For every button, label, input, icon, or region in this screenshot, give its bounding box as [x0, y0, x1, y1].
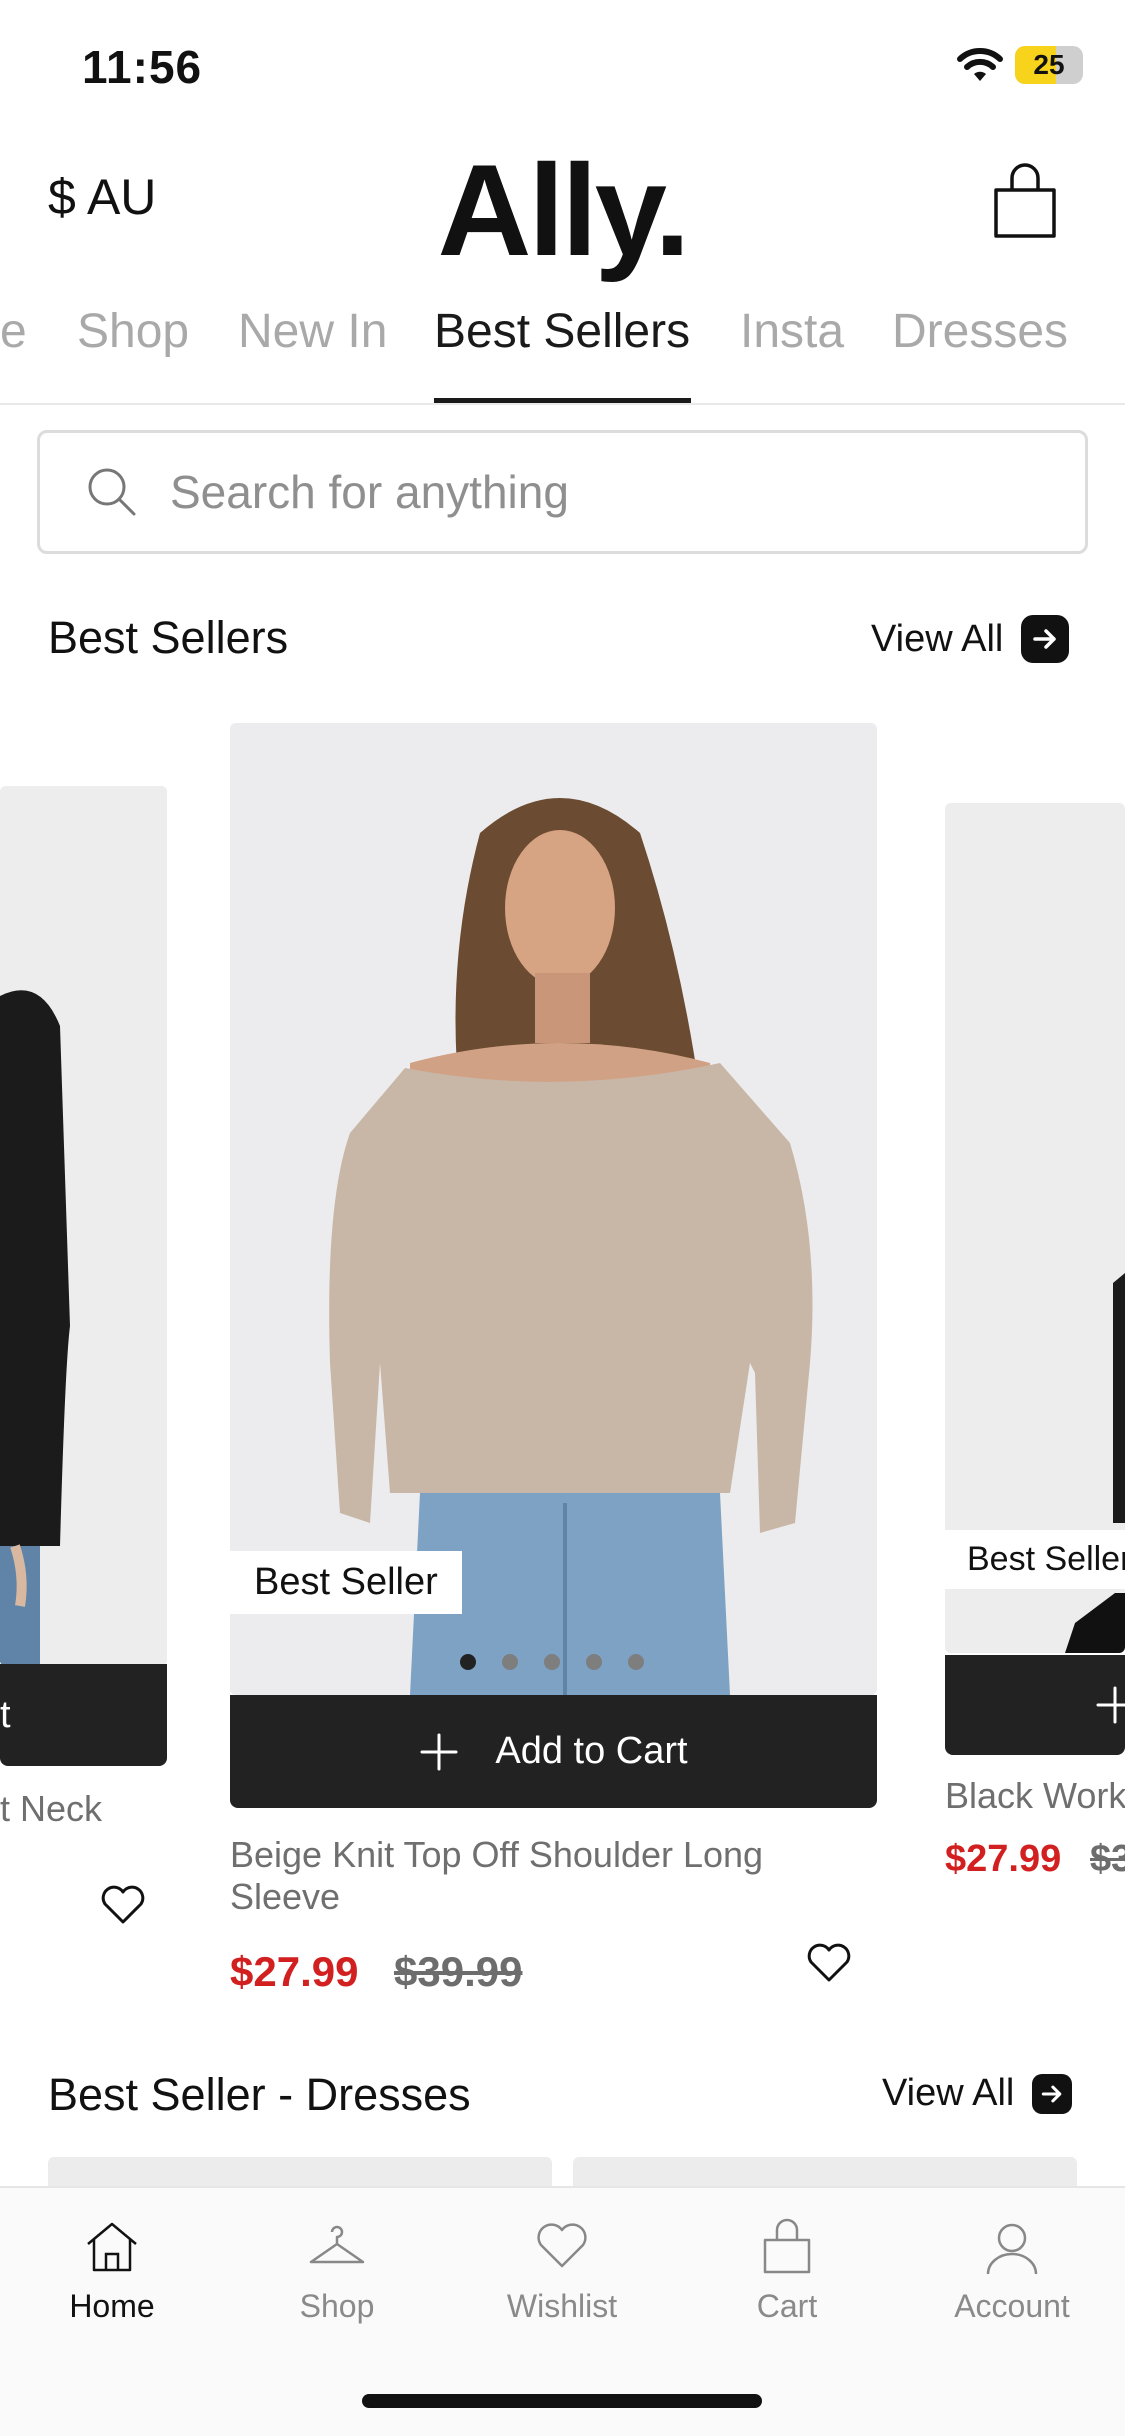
status-time: 11:56: [82, 41, 203, 93]
plus-icon: [1096, 1686, 1125, 1724]
add-to-cart-button-right[interactable]: [945, 1655, 1125, 1755]
product-name-right[interactable]: Black Workw: [945, 1775, 1125, 1817]
view-all-label: View All: [871, 617, 1004, 660]
nav-wishlist[interactable]: Wishlist: [482, 2216, 642, 2325]
home-icon: [87, 2222, 137, 2272]
nav-home[interactable]: Home: [32, 2216, 192, 2325]
nav-cart-label: Cart: [756, 2288, 818, 2324]
search-icon: [88, 468, 136, 516]
tab-new-in[interactable]: New In: [238, 304, 387, 359]
app-header: $ AU Ally.: [0, 135, 1125, 285]
pagination-dot[interactable]: [460, 1654, 476, 1670]
original-price-right: $3: [1090, 1838, 1125, 1880]
product-name-left[interactable]: t Neck: [0, 1788, 102, 1830]
search-bar[interactable]: [37, 430, 1088, 554]
product-image-left[interactable]: [0, 786, 167, 1666]
brand-logo[interactable]: Ally.: [0, 135, 1125, 285]
heart-icon: [537, 2223, 587, 2268]
dresses-view-all[interactable]: View All: [882, 2072, 1073, 2115]
pagination-dot[interactable]: [502, 1654, 518, 1670]
nav-account[interactable]: Account: [932, 2216, 1092, 2325]
tab-shop[interactable]: Shop: [77, 304, 189, 359]
category-tabs: e Shop New In Best Sellers Insta Dresses: [0, 290, 1125, 405]
nav-shop-label: Shop: [299, 2288, 375, 2324]
best-seller-badge-right: Best Seller: [945, 1530, 1125, 1589]
tab-dresses[interactable]: Dresses: [892, 304, 1068, 359]
sale-price: $27.99: [230, 1948, 359, 1995]
plus-icon: [420, 1733, 458, 1770]
nav-shop[interactable]: Shop: [257, 2216, 417, 2325]
battery-icon: 25: [1015, 46, 1083, 84]
best-sellers-view-all[interactable]: View All: [871, 615, 1070, 663]
original-price: $39.99: [394, 1948, 523, 1995]
pagination-dot[interactable]: [628, 1654, 644, 1670]
arrow-right-icon: [1032, 2073, 1073, 2114]
product-photo-right: [945, 803, 1125, 1653]
cart-icon: [763, 2218, 811, 2274]
battery-level: 25: [1033, 49, 1065, 80]
pagination-dot[interactable]: [586, 1654, 602, 1670]
product-photo-left: [0, 786, 167, 1666]
home-indicator: [362, 2394, 762, 2408]
nav-cart[interactable]: Cart: [707, 2216, 867, 2325]
shopping-bag-icon[interactable]: [990, 160, 1060, 240]
nav-wishlist-label: Wishlist: [506, 2288, 618, 2324]
add-to-cart-label: Add to Cart: [495, 1730, 688, 1772]
product-image-right[interactable]: [945, 803, 1125, 1653]
active-tab-indicator: [434, 398, 691, 403]
nav-home-label: Home: [69, 2288, 155, 2324]
tab-best-sellers[interactable]: Best Sellers: [434, 304, 690, 359]
search-input[interactable]: [170, 465, 970, 519]
wifi-icon: [957, 48, 1003, 81]
heart-icon[interactable]: [806, 1942, 852, 1984]
tab-insta[interactable]: Insta: [740, 304, 844, 359]
add-to-cart-button-left[interactable]: t: [0, 1664, 167, 1766]
nav-account-label: Account: [954, 2288, 1070, 2324]
image-pagination-dots[interactable]: [460, 1654, 644, 1670]
account-icon: [986, 2223, 1038, 2275]
product-name[interactable]: Beige Knit Top Off Shoulder Long Sleeve: [230, 1834, 870, 1918]
pagination-dot[interactable]: [544, 1654, 560, 1670]
add-to-cart-label-left: t: [0, 1693, 11, 1736]
view-all-label: View All: [882, 2072, 1015, 2114]
status-bar: 11:56 25: [0, 0, 1125, 135]
dresses-section-title: Best Seller - Dresses: [48, 2069, 471, 2120]
hanger-icon: [309, 2225, 365, 2264]
sale-price-right: $27.99: [945, 1838, 1062, 1880]
product-photo-main: [230, 723, 877, 1695]
best-sellers-title: Best Sellers: [48, 612, 289, 663]
status-icons: 25: [957, 46, 1083, 84]
heart-icon[interactable]: [100, 1884, 146, 1926]
add-to-cart-button[interactable]: Add to Cart: [230, 1695, 877, 1808]
arrow-right-icon: [1021, 615, 1070, 663]
product-image-main[interactable]: [230, 723, 877, 1695]
tab-partial[interactable]: e: [0, 304, 27, 359]
best-seller-badge: Best Seller: [230, 1551, 462, 1614]
